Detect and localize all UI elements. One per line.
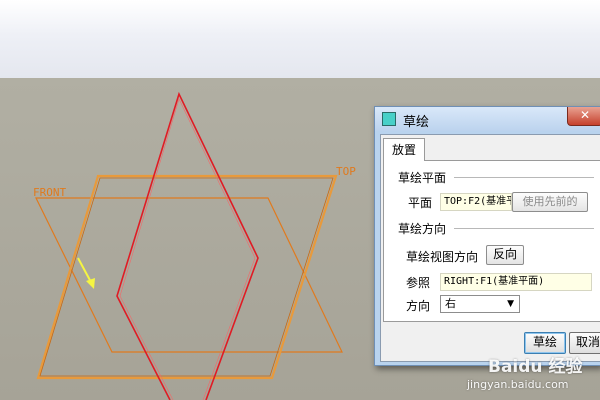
- view-direction-label: 草绘视图方向: [406, 250, 479, 264]
- reference-label: 参照: [406, 276, 431, 290]
- use-previous-button[interactable]: 使用先前的: [512, 192, 588, 212]
- dialog-client: 放置 草绘平面 平面 TOP:F2(基准平面) 使用先前的 草绘方向 草绘视图方…: [380, 134, 600, 362]
- plane-label: 平面: [408, 196, 433, 210]
- front-datum-label: FRONT: [33, 186, 66, 199]
- watermark-url: jingyan.baidu.com: [467, 378, 569, 391]
- sketch-plane-section-title: 草绘平面: [398, 171, 447, 185]
- right-datum-plane[interactable]: [116, 91, 259, 400]
- baidu-watermark: Baidu 经验: [488, 357, 583, 377]
- sketch-button[interactable]: 草绘: [524, 332, 566, 354]
- direction-arrow-icon: [77, 257, 95, 289]
- sketch-dialog: 草绘 ✕ 放置 草绘平面 平面 TOP:F2(基准平面) 使用先前的 草绘方向 …: [374, 106, 600, 366]
- dialog-titlebar[interactable]: 草绘 ✕: [375, 107, 600, 131]
- top-datum-plane[interactable]: [36, 174, 338, 380]
- top-datum-plane-inner: [39, 177, 334, 377]
- sketch-orientation-section-title: 草绘方向: [398, 222, 447, 236]
- flip-button[interactable]: 反向: [486, 245, 524, 265]
- dialog-title: 草绘: [403, 115, 430, 130]
- orientation-select[interactable]: 右 ▼: [440, 295, 520, 313]
- tab-placement[interactable]: 放置: [383, 138, 425, 161]
- chevron-down-icon: ▼: [507, 299, 514, 309]
- section-divider: [454, 177, 594, 178]
- cancel-button[interactable]: 取消: [569, 332, 600, 354]
- orientation-label: 方向: [406, 299, 431, 313]
- app-icon: [382, 112, 396, 126]
- right-datum-plane-inner: [119, 98, 256, 400]
- top-datum-label: TOP: [336, 165, 356, 178]
- reference-field[interactable]: RIGHT:F1(基准平面): [440, 273, 592, 291]
- orientation-select-value: 右: [445, 297, 456, 310]
- placement-panel: 草绘平面 平面 TOP:F2(基准平面) 使用先前的 草绘方向 草绘视图方向 反…: [383, 160, 600, 322]
- toolbar-area: [0, 0, 600, 79]
- close-button[interactable]: ✕: [567, 107, 600, 126]
- section-divider: [454, 228, 594, 229]
- front-datum-plane[interactable]: [35, 197, 343, 353]
- plane-field[interactable]: TOP:F2(基准平面): [440, 193, 512, 211]
